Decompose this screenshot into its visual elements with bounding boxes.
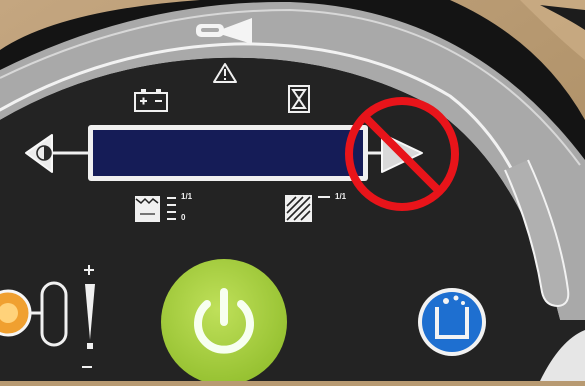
contrast-icon — [36, 145, 52, 161]
battery-gauge-full-label: 1/1 — [181, 192, 193, 201]
lcd-display — [88, 125, 368, 181]
battery-gauge-empty-label: 0 — [181, 213, 186, 222]
tank-gauge-full-label: 1/1 — [335, 192, 347, 201]
clean-water-tank-icon — [135, 196, 160, 222]
dirty-water-tank-icon — [285, 195, 312, 222]
panel-scene — [0, 0, 585, 385]
control-panel-photo: 1/1 0 1/1 — [0, 0, 585, 385]
power-button[interactable] — [161, 259, 287, 385]
work-light-indicator[interactable] — [0, 289, 32, 337]
detergent-button[interactable] — [418, 288, 486, 356]
